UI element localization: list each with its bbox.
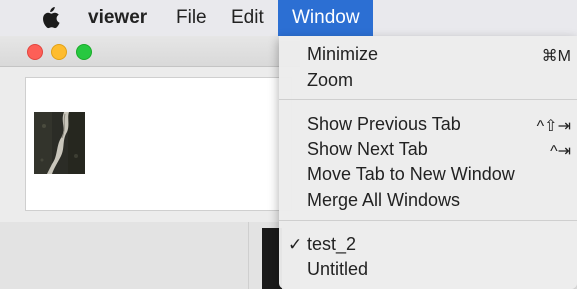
panel-divider bbox=[248, 222, 249, 289]
menu-separator bbox=[279, 99, 577, 100]
apple-menu-icon[interactable] bbox=[40, 0, 66, 36]
menu-item-show-next-tab[interactable]: Show Next Tab bbox=[307, 139, 428, 160]
zoom-button[interactable] bbox=[76, 44, 92, 60]
close-button[interactable] bbox=[27, 44, 43, 60]
menu-item-move-tab-to-new-window[interactable]: Move Tab to New Window bbox=[307, 164, 515, 185]
app-menu[interactable]: viewer bbox=[88, 0, 147, 36]
edit-menu[interactable]: Edit bbox=[231, 0, 264, 36]
image-thumbnail[interactable] bbox=[34, 112, 85, 174]
file-menu[interactable]: File bbox=[176, 0, 207, 36]
menu-item-show-previous-tab[interactable]: Show Previous Tab bbox=[307, 114, 461, 135]
menu-item-window-test-2[interactable]: test_2 bbox=[307, 234, 356, 255]
window-titlebar bbox=[0, 36, 300, 67]
show-next-tab-shortcut: ^⇥ bbox=[550, 143, 571, 160]
menu-item-minimize[interactable]: Minimize bbox=[307, 44, 378, 65]
checkmark-icon: ✓ bbox=[288, 235, 303, 254]
lower-panel bbox=[0, 222, 300, 289]
menu-bar: viewer File Edit Window bbox=[0, 0, 577, 36]
minimize-shortcut: ⌘M bbox=[541, 48, 571, 65]
menu-item-zoom[interactable]: Zoom bbox=[307, 70, 353, 91]
window-dropdown-menu: Minimize ⌘M Zoom Show Previous Tab ^⇧⇥ S… bbox=[279, 36, 577, 289]
window-content bbox=[25, 77, 292, 211]
show-previous-tab-shortcut: ^⇧⇥ bbox=[536, 118, 571, 135]
window-menu[interactable]: Window bbox=[278, 0, 373, 36]
menu-item-window-untitled[interactable]: Untitled bbox=[307, 259, 368, 280]
menu-item-merge-all-windows[interactable]: Merge All Windows bbox=[307, 190, 460, 211]
minimize-button[interactable] bbox=[51, 44, 67, 60]
menu-separator bbox=[279, 220, 577, 221]
